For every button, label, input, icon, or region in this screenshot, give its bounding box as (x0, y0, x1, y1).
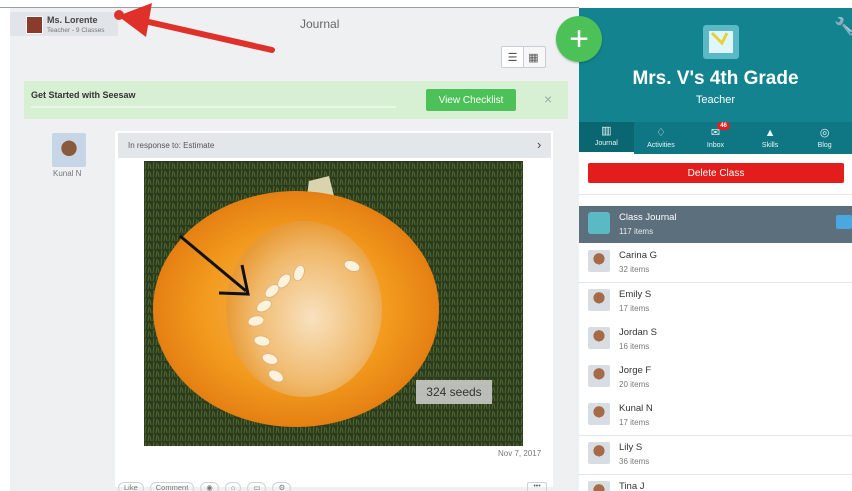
screen: Ms. Lorente Teacher - 9 Classes Journal … (0, 0, 852, 491)
annotation-arrow (118, 3, 275, 53)
annotation-dot (114, 10, 124, 20)
